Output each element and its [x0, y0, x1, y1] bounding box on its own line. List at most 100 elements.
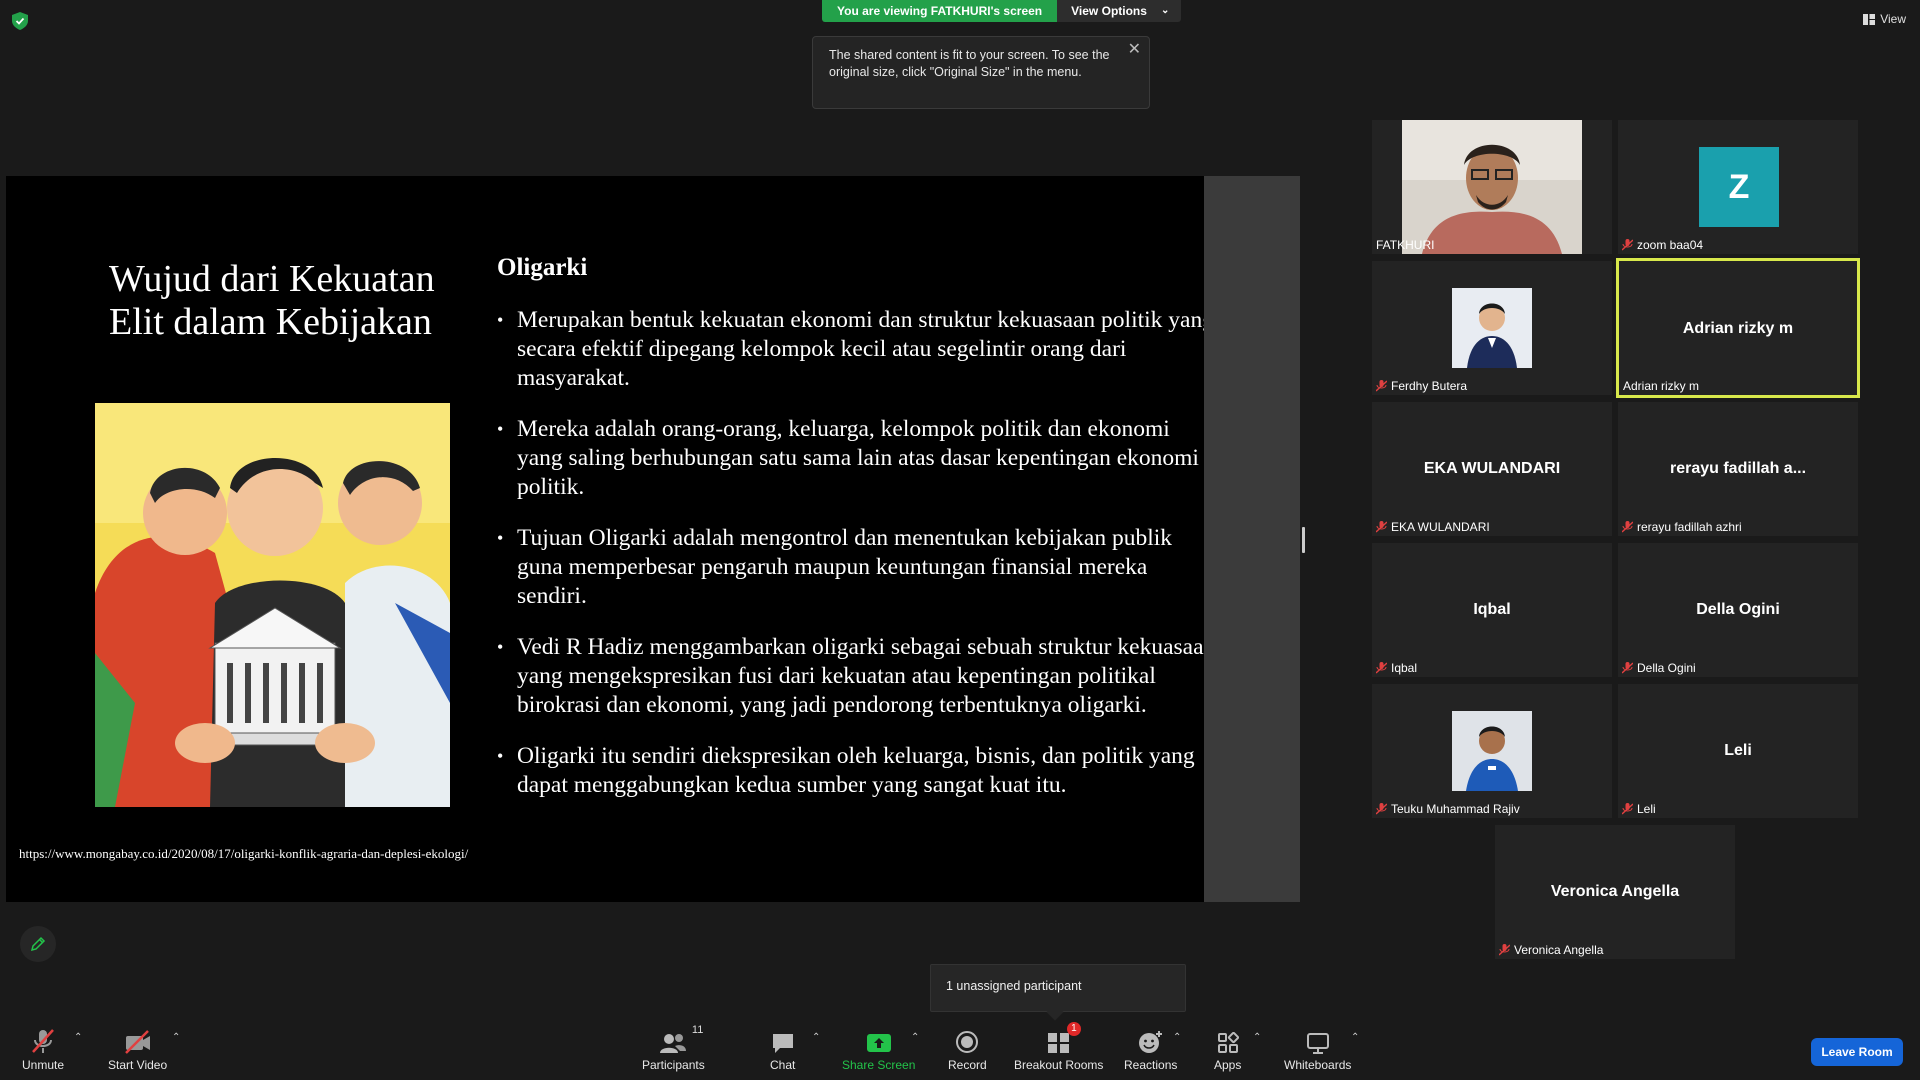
apps-icon — [1217, 1032, 1239, 1053]
participant-tile[interactable]: rerayu fadillah a... rerayu fadillah azh… — [1618, 402, 1858, 536]
participant-name-tag: EKA WULANDARI — [1376, 520, 1490, 534]
annotate-button[interactable] — [20, 926, 56, 962]
close-icon[interactable]: ✕ — [1128, 41, 1141, 58]
share-screen-icon — [866, 1034, 891, 1052]
viewing-label: You are viewing FATKHURI's screen — [822, 0, 1058, 22]
apps-label: Apps — [1214, 1058, 1242, 1072]
chevron-up-icon[interactable]: ⌃ — [1173, 1032, 1181, 1043]
meeting-toolbar: Unmute ⌃ Start Video ⌃ 11 Participants C… — [0, 1018, 1920, 1080]
avatar: Z — [1699, 147, 1779, 227]
chevron-up-icon[interactable]: ⌃ — [172, 1032, 180, 1043]
participant-tile[interactable]: Iqbal Iqbal — [1372, 543, 1612, 677]
bullet-item: Tujuan Oligarki adalah mengontrol dan me… — [497, 524, 1204, 611]
slide-heading: Oligarki — [497, 254, 588, 281]
breakout-badge: 1 — [1067, 1022, 1081, 1036]
participant-tile-active-speaker[interactable]: Adrian rizky m Adrian rizky m — [1616, 258, 1860, 398]
whiteboards-label: Whiteboards — [1284, 1058, 1352, 1072]
participant-name-tag: Veronica Angella — [1499, 943, 1603, 957]
slide-source-url[interactable]: https://www.mongabay.co.id/2020/08/17/ol… — [19, 845, 499, 863]
split-resize-handle[interactable] — [1302, 527, 1305, 553]
unmute-label: Unmute — [22, 1058, 65, 1072]
participant-name-tag: Adrian rizky m — [1623, 379, 1700, 393]
breakout-rooms-label: Breakout Rooms — [1014, 1058, 1104, 1072]
share-screen-button[interactable]: Share Screen — [842, 1026, 915, 1072]
participant-tile[interactable]: FATKHURI — [1372, 120, 1612, 254]
participant-name-tag: Della Ogini — [1622, 661, 1696, 675]
pencil-icon — [30, 936, 46, 952]
record-icon — [956, 1031, 979, 1053]
participant-tile[interactable]: EKA WULANDARI EKA WULANDARI — [1372, 402, 1612, 536]
view-options-label: View Options — [1071, 4, 1147, 18]
emoji-plus-icon — [1138, 1031, 1162, 1053]
leave-room-button[interactable]: Leave Room — [1811, 1038, 1903, 1066]
participant-tile[interactable]: Leli Leli — [1618, 684, 1858, 818]
mic-muted-icon — [1622, 521, 1633, 533]
avatar — [1452, 711, 1532, 791]
participant-name-tag: FATKHURI — [1376, 238, 1435, 252]
video-off-icon — [124, 1030, 150, 1054]
participants-button[interactable]: 11 Participants — [642, 1024, 705, 1072]
participant-display-name: Veronica Angella — [1550, 883, 1680, 900]
participants-label: Participants — [642, 1058, 705, 1072]
chat-button[interactable]: Chat — [770, 1026, 795, 1072]
view-button[interactable]: View — [1863, 12, 1906, 26]
chat-icon — [772, 1034, 793, 1053]
mic-muted-icon — [1376, 521, 1387, 533]
zoom-meeting-window: You are viewing FATKHURI's screen View O… — [0, 0, 1920, 1080]
security-shield-icon[interactable] — [12, 12, 28, 30]
start-video-button[interactable]: Start Video — [108, 1026, 167, 1072]
participants-count: 11 — [691, 1024, 704, 1036]
view-label: View — [1880, 12, 1906, 26]
participant-display-name: Leli — [1724, 742, 1752, 759]
mic-muted-icon — [32, 1029, 54, 1053]
whiteboard-icon — [1306, 1033, 1329, 1054]
participant-name-tag: rerayu fadillah azhri — [1622, 520, 1742, 534]
slide-title: Wujud dari Kekuatan Elit dalam Kebijakan — [109, 258, 435, 343]
grid-view-icon — [1863, 13, 1876, 25]
chevron-up-icon[interactable]: ⌃ — [74, 1032, 82, 1043]
participants-icon — [660, 1034, 687, 1053]
participant-name-tag: zoom baa04 — [1622, 238, 1703, 252]
chat-label: Chat — [770, 1058, 796, 1072]
share-screen-label: Share Screen — [842, 1058, 916, 1072]
participant-display-name: rerayu fadillah a... — [1669, 460, 1807, 477]
participant-tile[interactable]: Teuku Muhammad Rajiv — [1372, 684, 1612, 818]
breakout-rooms-button[interactable]: 1 Breakout Rooms — [1014, 1022, 1104, 1072]
chevron-up-icon[interactable]: ⌃ — [812, 1032, 820, 1043]
chevron-up-icon[interactable]: ⌃ — [911, 1032, 919, 1043]
start-video-label: Start Video — [108, 1058, 168, 1072]
tooltip-text: The shared content is fit to your screen… — [829, 48, 1110, 79]
participant-display-name: EKA WULANDARI — [1423, 460, 1561, 477]
apps-button[interactable]: Apps — [1214, 1026, 1241, 1072]
participant-display-name: Iqbal — [1473, 601, 1511, 618]
mic-muted-icon — [1622, 662, 1633, 674]
fit-screen-tooltip: The shared content is fit to your screen… — [812, 36, 1150, 109]
participant-tile[interactable]: Veronica Angella Veronica Angella — [1495, 825, 1735, 959]
participant-tile[interactable]: Z zoom baa04 — [1618, 120, 1858, 254]
view-options-button[interactable]: View Options ⌄ — [1057, 0, 1182, 22]
participant-tile[interactable]: Ferdhy Butera — [1372, 261, 1612, 395]
unmute-button[interactable]: Unmute — [22, 1026, 64, 1072]
unassigned-participant-popup[interactable]: 1 unassigned participant — [930, 964, 1186, 1012]
slide-bullet-list: Merupakan bentuk kekuatan ekonomi dan st… — [497, 306, 1204, 822]
bullet-item: Merupakan bentuk kekuatan ekonomi dan st… — [497, 306, 1204, 393]
bullet-item: Vedi R Hadiz menggambarkan oligarki seba… — [497, 633, 1204, 720]
avatar — [1452, 288, 1532, 368]
record-button[interactable]: Record — [948, 1026, 987, 1072]
participant-name-tag: Leli — [1622, 802, 1656, 816]
mic-muted-icon — [1376, 380, 1387, 392]
presentation-slide: Wujud dari Kekuatan Elit dalam Kebijakan — [6, 176, 1204, 902]
breakout-rooms-icon — [1047, 1033, 1069, 1053]
participant-name-tag: Iqbal — [1376, 661, 1417, 675]
cartoon-illustration — [95, 403, 450, 807]
record-label: Record — [948, 1058, 987, 1072]
reactions-button[interactable]: Reactions — [1124, 1026, 1177, 1072]
unassigned-text: 1 unassigned participant — [946, 979, 1082, 993]
participant-tile[interactable]: Della Ogini Della Ogini — [1618, 543, 1858, 677]
participant-name-tag: Teuku Muhammad Rajiv — [1376, 802, 1520, 816]
participant-display-name: Adrian rizky m — [1682, 320, 1794, 337]
viewing-bar: You are viewing FATKHURI's screen View O… — [822, 0, 1182, 22]
chevron-up-icon[interactable]: ⌃ — [1351, 1032, 1359, 1043]
chevron-up-icon[interactable]: ⌃ — [1253, 1032, 1261, 1043]
whiteboards-button[interactable]: Whiteboards — [1284, 1026, 1351, 1072]
